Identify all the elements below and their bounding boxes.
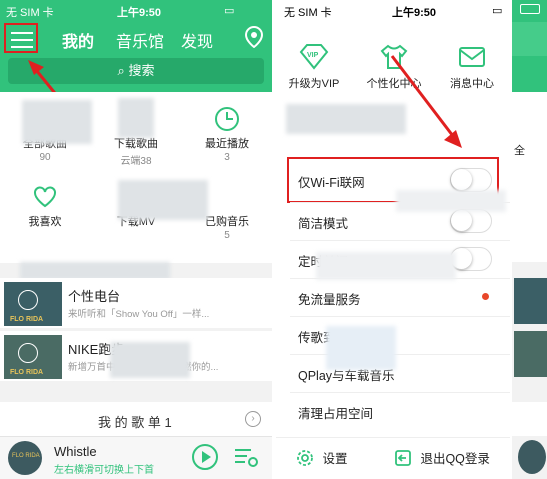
carrier-text: 无 SIM 卡: [6, 7, 54, 19]
simple-mode-toggle[interactable]: [450, 209, 492, 233]
album-cover: FLO RIDA: [4, 282, 62, 326]
grid-label: 我喜欢: [28, 216, 62, 228]
cover-text: FLO RIDA: [10, 369, 44, 376]
grid-count: 3: [224, 152, 230, 163]
setting-label: 清理占用空间: [298, 407, 374, 421]
setting-label: 免流量服务: [298, 293, 361, 307]
grid-count: 90: [39, 152, 51, 163]
heart-icon: [34, 186, 56, 208]
list-item[interactable]: FLO RIDA 个性电台 来听听和「Show You Off」一样...: [0, 278, 272, 328]
player-cover: FLO RIDA: [8, 441, 42, 475]
gear-icon: [297, 449, 313, 466]
blur-patch: [316, 252, 456, 280]
blur-patch: [118, 180, 208, 220]
chevron-right-icon[interactable]: ›: [245, 411, 261, 427]
settings-button[interactable]: 设置: [296, 448, 347, 467]
logout-button[interactable]: 退出QQ登录: [394, 448, 490, 467]
setting-free-data[interactable]: 免流量服务: [276, 279, 510, 315]
playlist-icon[interactable]: [233, 445, 259, 469]
partial-label: 全: [514, 145, 525, 157]
tab-mine[interactable]: 我的: [62, 28, 94, 52]
red-dot-badge: [482, 293, 489, 300]
vip-button[interactable]: VIP 升级为VIP: [282, 44, 346, 91]
setting-label: 简洁模式: [298, 217, 349, 231]
header-strip: [512, 22, 547, 56]
grid-label: 最近播放: [205, 138, 249, 150]
search-placeholder: 搜索: [128, 63, 155, 78]
settings-label: 设置: [322, 452, 348, 466]
red-arrow-annotation: [390, 55, 462, 148]
logout-icon: [395, 449, 411, 466]
play-circle-icon: [18, 290, 38, 310]
menu-footer: 设置 退出QQ登录: [276, 437, 510, 479]
search-icon: ⌕: [117, 63, 125, 78]
blur-patch: [326, 326, 396, 370]
status-bar: 无 SIM 卡 上午9:50 ▭: [0, 0, 272, 20]
playlist-header[interactable]: 我 的 歌 单 1 ›: [0, 402, 272, 436]
setting-clear-cache[interactable]: 清理占用空间: [276, 393, 510, 429]
tab-discover[interactable]: 发现: [181, 28, 213, 52]
playlist-header: [512, 402, 547, 436]
left-phone-screen: 无 SIM 卡 上午9:50 ▭ 我的 音乐馆 发现 ⌕ 搜索 全部歌曲 90 …: [0, 0, 272, 479]
blur-patch: [396, 190, 506, 212]
row-subtitle: 来听听和「Show You Off」一样...: [68, 309, 210, 320]
player-subtitle: 左右横滑可切换上下首: [54, 465, 154, 476]
clock-icon: [215, 107, 239, 131]
mini-player[interactable]: FLO RIDA Whistle 左右横滑可切换上下首: [0, 436, 272, 479]
radar-icon[interactable]: [244, 25, 264, 49]
grid-count: 云端38: [120, 156, 152, 167]
bag-icon: [214, 184, 240, 210]
battery-icon: ▭: [224, 5, 235, 17]
battery-icon: ▭: [492, 5, 503, 17]
clock: 上午9:50: [117, 7, 162, 19]
player-cover: [518, 440, 546, 474]
tab-music-hall[interactable]: 音乐馆: [116, 28, 164, 52]
logout-label: 退出QQ登录: [420, 452, 490, 466]
album-cover: FLO RIDA: [4, 335, 62, 379]
right-partial-screen: 全: [512, 0, 547, 479]
cover-text: FLO RIDA: [12, 453, 40, 459]
album-cover: [514, 278, 547, 324]
vip-diamond-icon: VIP: [299, 44, 329, 70]
run-icon: [18, 343, 38, 363]
status-bar: 无 SIM 卡 上午9:50 ▭: [276, 0, 510, 20]
blur-patch: [118, 98, 154, 138]
row-title: 个性电台: [68, 289, 121, 304]
grid-favorites[interactable]: 我喜欢: [0, 184, 90, 229]
cover-text: FLO RIDA: [10, 316, 44, 323]
play-button[interactable]: [191, 443, 219, 471]
player-title: Whistle: [54, 444, 97, 459]
svg-text:VIP: VIP: [307, 52, 319, 59]
playlist-header-label: 我 的 歌 单 1: [98, 415, 172, 430]
album-cover: [514, 331, 547, 377]
clock: 上午9:50: [392, 7, 437, 19]
battery-icon: [520, 4, 540, 14]
blur-patch: [22, 100, 92, 144]
grid-recent[interactable]: 最近播放 3: [182, 106, 272, 163]
sleep-timer-toggle[interactable]: [450, 247, 492, 271]
grid-area: [512, 92, 547, 262]
highlight-box-menu: [4, 23, 38, 53]
grid-count: 5: [224, 230, 230, 241]
blur-patch: [110, 342, 190, 378]
carrier-text: 无 SIM 卡: [284, 7, 332, 19]
vip-label: 升级为VIP: [288, 78, 340, 90]
side-menu-screen: 无 SIM 卡 上午9:50 ▭ VIP 升级为VIP 个性化中心 消息中心 仅…: [276, 0, 510, 479]
